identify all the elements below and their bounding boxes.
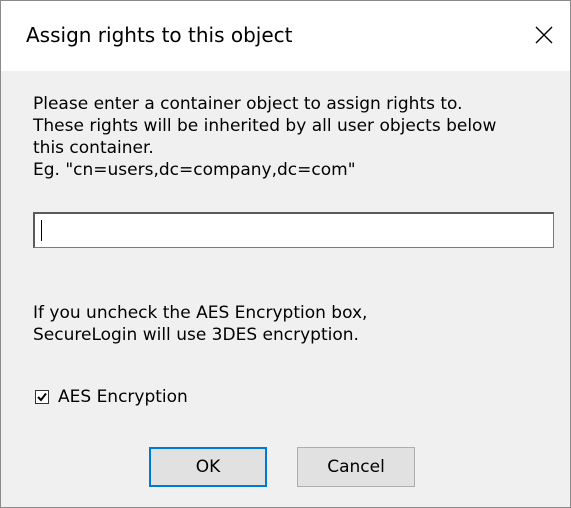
text-cursor xyxy=(41,220,42,241)
aes-encryption-label: AES Encryption xyxy=(58,387,188,407)
checkmark-icon xyxy=(37,392,47,402)
aes-note-line: If you uncheck the AES Encryption box, xyxy=(33,303,368,323)
aes-encryption-option[interactable]: AES Encryption xyxy=(35,387,188,407)
aes-encryption-checkbox[interactable] xyxy=(35,390,49,404)
close-button[interactable] xyxy=(524,15,564,55)
aes-note-text: If you uncheck the AES Encryption box, S… xyxy=(33,302,563,346)
container-object-input[interactable] xyxy=(33,212,554,248)
close-icon xyxy=(535,26,553,44)
example-line: Eg. "cn=users,dc=company,dc=com" xyxy=(33,160,356,180)
instruction-line: These rights will be inherited by all us… xyxy=(33,116,497,136)
ok-button[interactable]: OK xyxy=(149,447,267,487)
instruction-line: this container. xyxy=(33,138,154,158)
aes-note-line: SecureLogin will use 3DES encryption. xyxy=(33,325,359,345)
instruction-text: Please enter a container object to assig… xyxy=(33,93,563,181)
window-title: Assign rights to this object xyxy=(26,23,293,47)
cancel-button[interactable]: Cancel xyxy=(297,447,415,487)
title-bar: Assign rights to this object xyxy=(1,1,570,71)
assign-rights-dialog: Assign rights to this object Please ente… xyxy=(0,0,571,508)
instruction-line: Please enter a container object to assig… xyxy=(33,94,463,114)
